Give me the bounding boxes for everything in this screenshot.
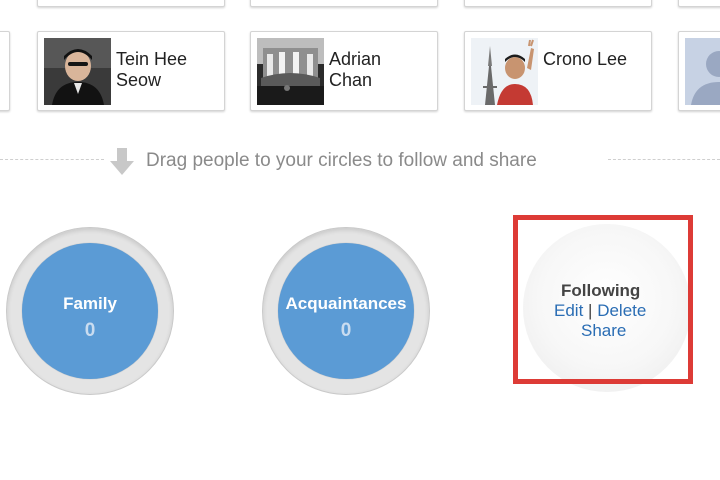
circle-count: 0 xyxy=(340,320,352,341)
person-name-line: Chan xyxy=(329,70,373,90)
person-name-line: Adrian xyxy=(329,49,382,69)
person-card-top-1[interactable] xyxy=(37,0,225,7)
avatar xyxy=(257,38,324,105)
down-arrow-icon xyxy=(110,148,134,175)
person-card-partial-left[interactable] xyxy=(0,31,10,111)
divider-right xyxy=(608,159,720,160)
person-card[interactable]: Tein Hee Seow xyxy=(37,31,225,111)
person-card-top-4[interactable] xyxy=(678,0,720,7)
avatar xyxy=(685,38,720,105)
drag-hint: Drag people to your circles to follow an… xyxy=(108,146,545,176)
divider-left xyxy=(0,159,104,160)
person-name: Crono Lee xyxy=(543,49,648,70)
person-name-line: Tein Hee xyxy=(116,49,188,69)
avatar xyxy=(44,38,111,105)
circle-count: 0 xyxy=(84,320,96,341)
person-name-line: Seow xyxy=(116,70,162,90)
highlight-box xyxy=(513,215,693,384)
circle-family[interactable]: Family 0 xyxy=(6,227,174,395)
drag-hint-text: Drag people to your circles to follow an… xyxy=(146,150,537,171)
circle-name: Acquaintances xyxy=(285,294,407,313)
person-name: Adrian Chan xyxy=(329,49,434,91)
circle-acquaintances-inner[interactable]: Acquaintances 0 xyxy=(278,243,414,379)
circle-acquaintances[interactable]: Acquaintances 0 xyxy=(262,227,430,395)
circle-name: Family xyxy=(63,294,117,313)
avatar xyxy=(471,38,538,105)
person-card-top-2[interactable] xyxy=(250,0,438,7)
person-card-top-3[interactable] xyxy=(464,0,652,7)
person-card-partial-right[interactable] xyxy=(678,31,720,111)
person-name: Tein Hee Seow xyxy=(116,49,221,91)
person-card[interactable]: Crono Lee xyxy=(464,31,652,111)
person-name-line: Crono Lee xyxy=(543,49,628,69)
circle-family-inner[interactable]: Family 0 xyxy=(22,243,158,379)
person-card[interactable]: Adrian Chan xyxy=(250,31,438,111)
